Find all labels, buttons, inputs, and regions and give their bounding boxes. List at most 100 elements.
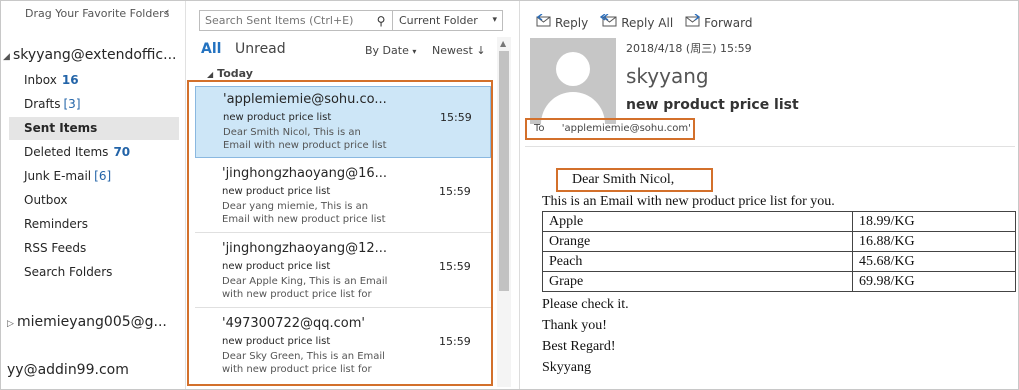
reply-all-button[interactable]: Reply All <box>600 13 674 32</box>
account-name: skyyang@extendoffic... <box>13 47 177 63</box>
search-scope-label: Current Folder <box>399 14 478 27</box>
mail-preview: Dear Smith Nicol, This is an Email with … <box>223 126 423 152</box>
collapse-pane-icon[interactable]: ‹ <box>165 5 169 18</box>
price-table: Apple 18.99/KG Orange 16.88/KG Peach 45.68/… <box>542 211 1016 292</box>
sort-order-label: Newest <box>432 44 473 57</box>
group-label: Today <box>217 67 253 80</box>
sender-name[interactable]: skyyang <box>626 64 709 88</box>
recipient-line: To 'applemiemie@sohu.com' <box>525 118 695 140</box>
price-cell: 45.68/KG <box>852 251 1016 272</box>
folder-sent-items[interactable]: Sent Items <box>9 117 179 140</box>
collapse-arrow-icon[interactable]: ◢ <box>3 52 13 62</box>
preview-line: with new product price list for <box>222 289 372 300</box>
to-recipient[interactable]: 'applemiemie@sohu.com' <box>562 123 691 134</box>
chevron-down-icon: ▾ <box>412 47 417 56</box>
mail-recipient: '497300722@qq.com' <box>222 316 365 331</box>
price-cell: 18.99/KG <box>852 211 1016 232</box>
folder-rss-feeds[interactable]: RSS Feeds <box>9 237 179 260</box>
sort-by-label: By Date <box>365 44 409 57</box>
folder-outbox[interactable]: Outbox <box>9 189 179 212</box>
preview-line: Dear yang miemie, This is an <box>222 201 369 212</box>
folder-label: RSS Feeds <box>24 241 87 255</box>
scroll-up-icon[interactable]: ▲ <box>500 39 506 48</box>
outlook-window: Drag Your Favorite Folders ‹ ◢ skyyang@ex… <box>0 0 1019 390</box>
sort-by-dropdown[interactable]: By Date ▾ <box>365 44 416 57</box>
message-list-highlight: 'applemiemie@sohu.co... new product pric… <box>187 80 493 386</box>
account-yy[interactable]: yy@addin99.com <box>7 362 129 378</box>
unread-count: 16 <box>61 73 79 87</box>
filter-bar: All Unread By Date ▾ Newest ↓ <box>201 41 501 61</box>
account-name: yy@addin99.com <box>7 362 129 378</box>
response-actions: Reply Reply All Forward <box>536 13 753 32</box>
reply-button[interactable]: Reply <box>536 13 588 32</box>
forward-button[interactable]: Forward <box>685 13 753 32</box>
mail-recipient: 'applemiemie@sohu.co... <box>223 92 387 107</box>
sort-order-toggle[interactable]: Newest ↓ <box>432 44 486 57</box>
mail-item[interactable]: 'applemiemie@sohu.co... new product pric… <box>195 86 491 158</box>
price-cell: 16.88/KG <box>852 231 1016 252</box>
folder-label: Sent Items <box>24 121 98 135</box>
folder-label: Search Folders <box>24 265 113 279</box>
folder-reminders[interactable]: Reminders <box>9 213 179 236</box>
mail-item[interactable]: 'jinghongzhaoyang@16... new product pric… <box>195 161 491 233</box>
table-row: Peach 45.68/KG <box>542 251 1016 272</box>
table-row: Orange 16.88/KG <box>542 231 1016 252</box>
sent-date: 2018/4/18 (周三) 15:59 <box>626 42 752 55</box>
avatar-head-shape <box>556 52 590 86</box>
mail-item[interactable]: '497300722@qq.com' new product price lis… <box>195 311 491 383</box>
preview-line: Email with new product price list <box>223 140 387 151</box>
search-input[interactable] <box>200 14 370 27</box>
search-icon[interactable]: ⚲ <box>370 14 392 28</box>
mail-time: 15:59 <box>439 185 471 198</box>
favorites-bar: Drag Your Favorite Folders ‹ <box>1 1 185 25</box>
group-header-today[interactable]: ◢ Today <box>207 67 253 80</box>
folder-label: Junk E-mail <box>24 169 92 183</box>
mail-time: 15:59 <box>439 260 471 273</box>
folder-inbox[interactable]: Inbox 16 <box>9 69 179 92</box>
folder-search-folders[interactable]: Search Folders <box>9 261 179 284</box>
mail-subject: new product price list <box>222 261 331 272</box>
mail-subject: new product price list <box>222 186 331 197</box>
account-miemieyang[interactable]: ▷ miemieyang005@g... <box>7 314 167 330</box>
folder-label: Reminders <box>24 217 88 231</box>
folder-junk-email[interactable]: Junk E-mail [6] <box>9 165 179 188</box>
item-cell: Orange <box>542 231 853 252</box>
closing-line: Thank you! <box>542 318 607 333</box>
mail-subject: new product price list <box>223 112 332 123</box>
closing-line: Best Regard! <box>542 339 616 354</box>
mail-item[interactable]: 'jinghongzhaoyang@12... new product pric… <box>195 236 491 308</box>
closing-line: Please check it. <box>542 297 629 312</box>
folder-label: Drafts <box>24 97 61 111</box>
filter-all[interactable]: All <box>201 41 221 57</box>
folder-deleted-items[interactable]: Deleted Items 70 <box>9 141 179 164</box>
scrollbar-thumb[interactable] <box>499 51 509 291</box>
preview-line: with new product price list for <box>222 364 372 375</box>
message-list-scrollbar[interactable]: ▲ <box>497 37 511 387</box>
folder-label: Inbox <box>24 73 57 87</box>
search-scope-dropdown[interactable]: Current Folder ▾ <box>392 11 502 30</box>
reply-icon <box>536 13 552 32</box>
to-label: To <box>534 123 545 134</box>
greeting: Dear Smith Nicol, <box>556 168 713 192</box>
chevron-down-icon: ▾ <box>492 15 497 25</box>
expand-arrow-icon[interactable]: ▷ <box>7 319 17 329</box>
price-cell: 69.98/KG <box>852 271 1016 292</box>
reply-all-icon <box>600 13 618 32</box>
item-count: [6] <box>94 169 112 183</box>
mail-preview: Dear Apple King, This is an Email with n… <box>222 275 422 301</box>
collapse-arrow-icon: ◢ <box>207 70 214 79</box>
forward-label: Forward <box>704 16 753 30</box>
account-skyyang[interactable]: ◢ skyyang@extendoffic... <box>3 47 176 63</box>
filter-unread[interactable]: Unread <box>235 41 286 57</box>
folder-drafts[interactable]: Drafts [3] <box>9 93 179 116</box>
unread-count: 70 <box>113 145 131 159</box>
table-row: Apple 18.99/KG <box>542 211 1016 232</box>
search-box: ⚲ Current Folder ▾ <box>199 10 503 31</box>
mail-recipient: 'jinghongzhaoyang@12... <box>222 241 388 256</box>
item-cell: Grape <box>542 271 853 292</box>
preview-line: Dear Smith Nicol, This is an <box>223 127 361 138</box>
reply-all-label: Reply All <box>621 16 674 30</box>
item-cell: Apple <box>542 211 853 232</box>
folder-label: Deleted Items <box>24 145 109 159</box>
mail-preview: Dear Sky Green, This is an Email with ne… <box>222 350 422 376</box>
